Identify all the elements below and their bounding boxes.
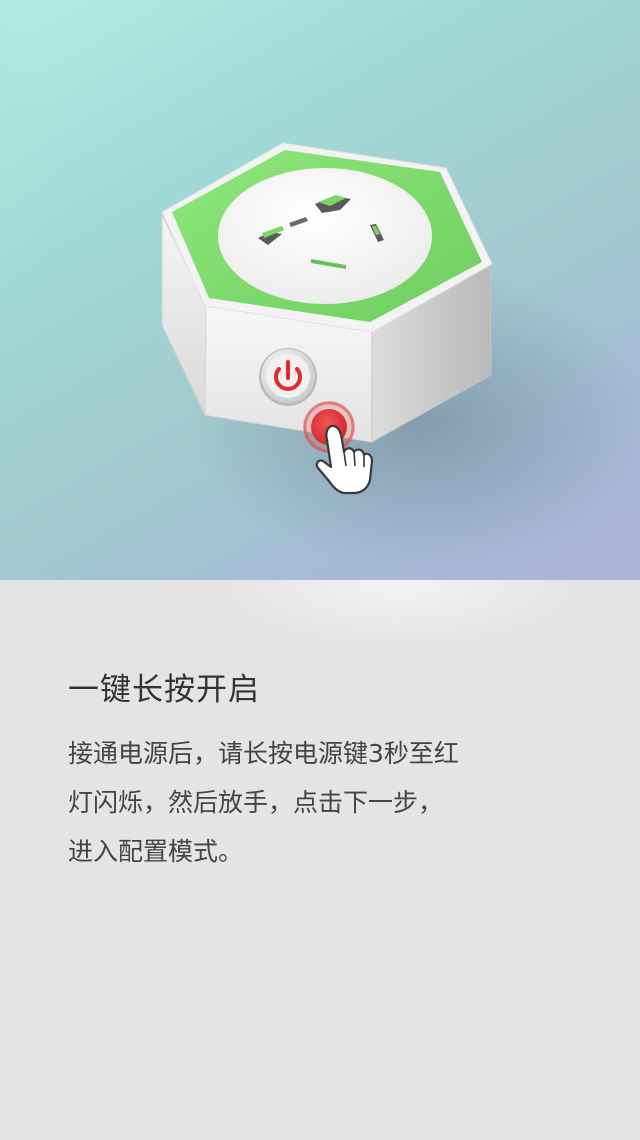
instruction-title: 一键长按开启 bbox=[68, 672, 260, 708]
instruction-line: 接通电源后，请长按电源键3秒至红 bbox=[68, 739, 459, 768]
smart-plug-illustration bbox=[0, 0, 640, 570]
shadow-band bbox=[210, 580, 590, 650]
hero-illustration bbox=[0, 0, 640, 580]
instruction-description: 接通电源后，请长按电源键3秒至红 灯闪烁，然后放手，点击下一步， 进入配置模式。 bbox=[68, 729, 548, 876]
socket-face bbox=[218, 168, 432, 304]
instruction-line: 进入配置模式。 bbox=[68, 837, 244, 866]
smart-plug bbox=[161, 142, 493, 443]
power-button[interactable] bbox=[259, 348, 317, 406]
instruction-line: 灯闪烁，然后放手，点击下一步， bbox=[68, 788, 444, 817]
instruction-panel: 一键长按开启 接通电源后，请长按电源键3秒至红 灯闪烁，然后放手，点击下一步， … bbox=[0, 580, 640, 1140]
